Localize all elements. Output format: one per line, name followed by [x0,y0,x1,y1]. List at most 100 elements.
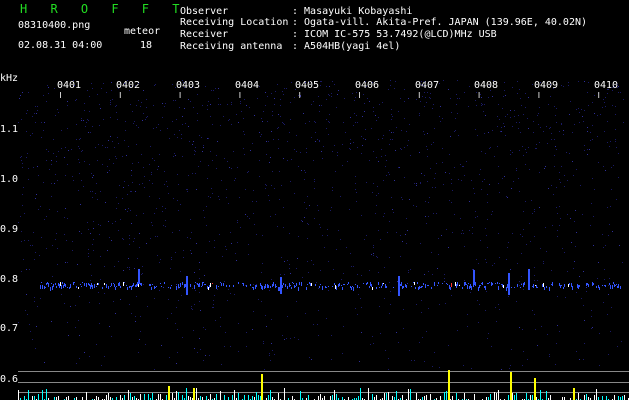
noise-pixel [270,360,271,361]
noise-pixel [229,119,230,120]
noise-pixel [177,352,178,353]
noise-pixel [187,189,188,190]
noise-pixel [599,365,600,366]
noise-pixel [511,188,512,189]
noise-pixel [400,148,401,149]
noise-pixel [100,256,101,257]
noise-pixel [405,234,406,235]
noise-pixel [24,240,25,241]
noise-pixel [66,240,67,241]
signal-pixel [488,283,489,284]
noise-pixel [391,132,392,133]
noise-pixel [476,92,477,93]
noise-pixel [521,276,522,277]
signal-pixel [279,287,280,291]
signal-pixel [223,283,224,286]
count-bar [42,390,43,400]
info-observer-key: Observer [180,6,229,17]
noise-pixel [175,87,176,88]
noise-pixel [240,227,241,228]
noise-pixel [607,93,608,94]
noise-pixel [334,145,335,146]
signal-pixel [80,284,81,285]
noise-pixel [158,166,159,167]
noise-pixel [210,197,211,198]
noise-pixel [202,151,203,152]
noise-pixel [521,105,522,106]
noise-pixel [464,175,465,176]
noise-pixel [201,137,202,138]
signal-pixel [170,287,171,289]
noise-pixel [373,247,374,248]
signal-pixel [179,287,180,288]
signal-pixel [46,283,47,285]
noise-pixel [352,93,353,94]
noise-pixel [161,345,162,346]
noise-pixel [318,310,319,311]
signal-pixel [243,283,244,286]
noise-pixel [448,247,449,248]
count-bar [200,396,201,400]
noise-pixel [377,186,378,187]
noise-pixel [227,104,228,105]
noise-pixel [424,106,425,107]
x-tick-mark [538,92,540,98]
noise-pixel [67,262,68,263]
noise-pixel [240,103,241,104]
noise-pixel [173,198,174,199]
noise-pixel [554,166,555,167]
noise-pixel [487,219,488,220]
signal-pixel [129,286,130,288]
noise-pixel [248,244,249,245]
noise-pixel [505,135,506,136]
noise-pixel [126,155,127,156]
noise-pixel [110,104,111,105]
signal-pixel [203,282,204,283]
noise-pixel [529,223,530,224]
signal-pixel [62,282,63,284]
noise-pixel [449,154,450,155]
noise-pixel [26,157,27,158]
noise-pixel [319,140,320,141]
signal-pixel [221,283,222,286]
noise-pixel [357,147,358,148]
signal-pixel [110,286,111,287]
info-location-key: Receiving Location [180,17,289,28]
noise-pixel [569,153,570,154]
noise-pixel [177,137,178,138]
signal-pixel [246,285,247,287]
noise-pixel [512,87,513,88]
noise-pixel [213,307,214,308]
signal-pixel [127,287,128,290]
signal-pixel [495,283,496,284]
noise-pixel [406,218,407,219]
noise-pixel [487,338,488,339]
noise-pixel [140,316,141,317]
noise-pixel [486,262,487,263]
noise-pixel [135,321,136,322]
signal-pixel [355,284,356,285]
signal-pixel [216,285,217,289]
signal-pixel [48,283,49,287]
signal-pixel [363,283,364,284]
noise-pixel [304,202,305,203]
noise-pixel [177,329,178,330]
noise-pixel [111,90,112,91]
noise-pixel [213,300,214,301]
signal-pixel [61,285,62,289]
signal-pixel [507,284,508,288]
noise-pixel [238,323,239,324]
noise-pixel [499,257,500,258]
noise-pixel [394,88,395,89]
noise-pixel [158,124,159,125]
noise-pixel [314,121,315,122]
noise-pixel [22,205,23,206]
noise-pixel [245,189,246,190]
signal-pixel [60,282,61,286]
noise-pixel [173,100,174,101]
noise-pixel [119,185,120,186]
noise-pixel [539,142,540,143]
noise-pixel [315,132,316,133]
noise-pixel [474,193,475,194]
noise-pixel [390,80,391,81]
